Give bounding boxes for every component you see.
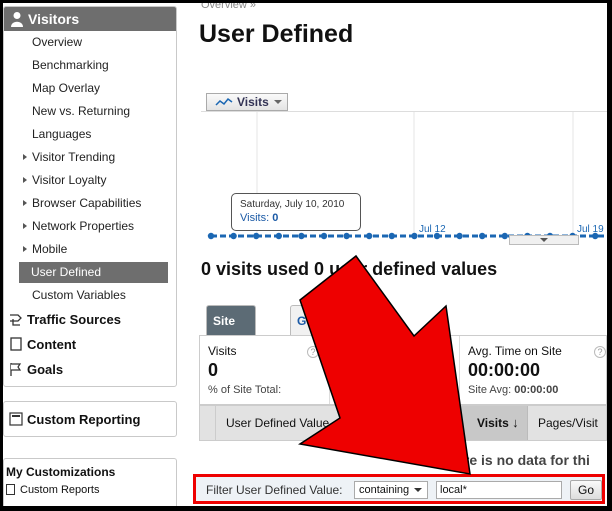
- sidebar-item-network-properties[interactable]: Network Properties: [4, 215, 176, 238]
- sidebar-item-new-vs-returning[interactable]: New vs. Returning: [4, 100, 176, 123]
- sidebar-section-content[interactable]: Content: [4, 332, 176, 357]
- app-window: Visitors Overview Benchmarking Map Overl…: [3, 3, 607, 506]
- col-visits[interactable]: Visits ↓: [458, 406, 528, 440]
- tooltip-value-row: Visits: 0: [240, 212, 352, 224]
- sidebar-item-languages[interactable]: Languages: [4, 123, 176, 146]
- sidebar-item-visitor-trending[interactable]: Visitor Trending: [4, 146, 176, 169]
- data-point: [207, 232, 215, 240]
- report-summary: 0 visits used 0 user defined values: [201, 259, 498, 279]
- stat-visits: Visits 0 % of Site Total: ?: [200, 336, 330, 404]
- sidebar-item-mobile[interactable]: Mobile: [4, 238, 176, 261]
- tooltip-value: 0: [272, 212, 279, 224]
- filter-match-select[interactable]: containing: [354, 481, 428, 499]
- sidebar-section-traffic-sources[interactable]: Traffic Sources: [4, 307, 176, 332]
- data-point: [320, 232, 328, 240]
- custom-reporting-label: Custom Reporting: [27, 412, 141, 427]
- tab-site-usage[interactable]: Site Usage: [206, 305, 257, 358]
- sidebar-item-visitor-loyalty[interactable]: Visitor Loyalty: [4, 169, 176, 192]
- tooltip-label: Visits:: [240, 212, 270, 224]
- custom-reporting-icon: [9, 412, 23, 426]
- sort-down-icon: ↓: [512, 415, 519, 430]
- data-point: [275, 232, 282, 240]
- data-point: [456, 232, 463, 240]
- sidebar-section-goals[interactable]: Goals: [4, 357, 176, 382]
- sidebar-item-user-defined[interactable]: User Defined: [19, 262, 168, 283]
- stat-avg-time: Avg. Time on Site 00:00:00 Site Avg: 00:…: [460, 336, 606, 404]
- x-tick-label: Jul 12: [419, 224, 446, 235]
- stat-visits-value: 0: [208, 360, 219, 380]
- data-point: [230, 232, 237, 240]
- goals-flag-icon: [10, 363, 22, 376]
- stat-time-sub-value: 00:00:00: [514, 384, 559, 396]
- col-user-defined-value[interactable]: User Defined Value: [226, 406, 329, 440]
- tooltip-date: Saturday, July 10, 2010: [240, 199, 345, 210]
- filter-bar: Filter User Defined Value: containing lo…: [193, 474, 605, 504]
- stat-second-sub: Si: [338, 384, 348, 396]
- custom-reporting-panel: Custom Reporting: [3, 401, 177, 437]
- table-header: User Defined Value Visits ↓ Pages/Visit: [199, 405, 607, 441]
- custom-reports-link[interactable]: Custom Reports: [4, 479, 176, 496]
- sidebar-item-browser-capabilities[interactable]: Browser Capabilities: [4, 192, 176, 215]
- stat-visits-label: Visits: [208, 344, 237, 358]
- my-customizations-title: My Customizations: [6, 465, 116, 479]
- stat-time-label: Avg. Time on Site: [468, 344, 562, 358]
- col-visits-label: Visits: [477, 416, 509, 430]
- visitors-header[interactable]: Visitors: [4, 7, 176, 31]
- visitors-title: Visitors: [28, 11, 80, 27]
- my-customizations-panel: My Customizations Custom Reports: [3, 458, 177, 506]
- metric-selector-label: Visits: [237, 95, 269, 109]
- sidebar-item-custom-variables[interactable]: Custom Variables: [4, 284, 176, 307]
- breadcrumb[interactable]: Overview »: [201, 3, 256, 11]
- custom-reports-label: Custom Reports: [20, 484, 100, 496]
- scorecard: Visits 0 % of Site Total: ? isit Si Avg.…: [199, 335, 607, 405]
- main-content: Overview » User Defined Visits Jul 12 Ju…: [189, 3, 607, 506]
- stat-time-sub-label: Site Avg:: [468, 384, 512, 396]
- stat-second-label: isit: [364, 344, 379, 358]
- no-data-message: There is no data for thi: [439, 452, 590, 468]
- content-label: Content: [27, 337, 77, 352]
- user-icon: [11, 12, 23, 27]
- sidebar-item-benchmarking[interactable]: Benchmarking: [4, 54, 176, 77]
- sidebar: Visitors Overview Benchmarking Map Overl…: [3, 3, 179, 506]
- custom-reporting-link[interactable]: Custom Reporting: [4, 407, 176, 432]
- traffic-sources-icon: [10, 314, 22, 326]
- traffic-sources-label: Traffic Sources: [27, 312, 121, 327]
- chevron-down-icon: [274, 100, 282, 104]
- data-point: [411, 232, 418, 240]
- filter-label: Filter User Defined Value:: [206, 483, 343, 497]
- filter-go-button[interactable]: Go: [570, 480, 602, 500]
- help-icon[interactable]: ?: [307, 346, 319, 358]
- data-point: [343, 232, 350, 240]
- metric-selector-button[interactable]: Visits: [206, 93, 288, 111]
- table-checkbox-col: [200, 406, 216, 440]
- stat-visits-sub: % of Site Total:: [208, 384, 282, 396]
- filter-value-input[interactable]: local*: [436, 481, 562, 499]
- goals-label: Goals: [27, 362, 64, 377]
- content-icon: [10, 337, 22, 351]
- data-point: [479, 232, 486, 240]
- x-tick-label: Jul 19: [577, 224, 604, 235]
- sidebar-item-map-overlay[interactable]: Map Overlay: [4, 77, 176, 100]
- help-icon[interactable]: ?: [594, 346, 606, 358]
- data-point: [253, 232, 260, 240]
- data-point: [366, 232, 373, 240]
- sidebar-item-overview[interactable]: Overview: [4, 31, 176, 54]
- chart-line-icon: [215, 97, 233, 106]
- data-point: [298, 232, 305, 240]
- chart-tooltip: Saturday, July 10, 2010 Visits: 0: [231, 193, 361, 231]
- stat-time-sub: Site Avg: 00:00:00: [468, 384, 598, 396]
- stat-pages-visit: isit Si: [330, 336, 460, 404]
- chart-scroll-handle[interactable]: [509, 235, 579, 245]
- visitors-nav-panel: Visitors Overview Benchmarking Map Overl…: [3, 6, 177, 387]
- col-pages-visit[interactable]: Pages/Visit: [538, 406, 598, 440]
- tab-goal-set[interactable]: Go: [290, 305, 330, 335]
- stat-time-value: 00:00:00: [468, 360, 541, 380]
- page-title: User Defined: [199, 20, 354, 48]
- data-point: [501, 232, 508, 240]
- custom-reports-icon: [6, 484, 15, 495]
- data-point: [388, 232, 395, 240]
